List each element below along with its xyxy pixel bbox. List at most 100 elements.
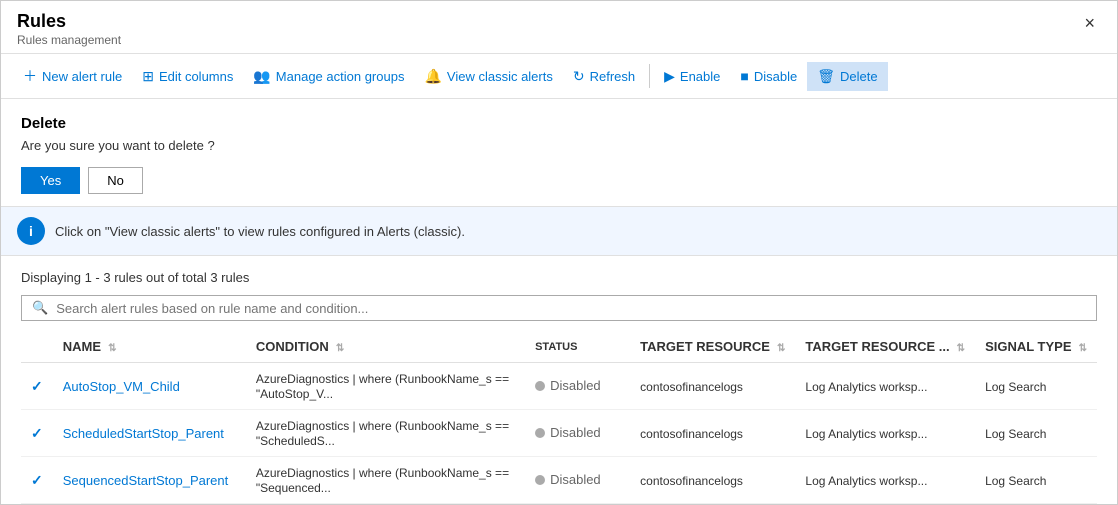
- col-name-header: NAME ⇅: [53, 331, 246, 363]
- window-subtitle: Rules management: [17, 33, 121, 47]
- delete-button[interactable]: 🗑 Delete: [807, 62, 887, 91]
- rule-name-link[interactable]: ScheduledStartStop_Parent: [63, 426, 224, 441]
- row-target-2: contosofinancelogs: [630, 457, 795, 504]
- status-badge: Disabled: [535, 378, 601, 393]
- target-resource-text: contosofinancelogs: [640, 474, 743, 488]
- row-signal-0: Log Search: [975, 363, 1097, 410]
- info-icon: i: [17, 217, 45, 245]
- window-title: Rules: [17, 11, 121, 32]
- search-input[interactable]: [56, 301, 1086, 316]
- row-target-1: contosofinancelogs: [630, 410, 795, 457]
- condition-text: AzureDiagnostics | where (RunbookName_s …: [256, 419, 509, 448]
- col-signal-header: SIGNAL TYPE ⇅: [975, 331, 1097, 363]
- content-area: Displaying 1 - 3 rules out of total 3 ru…: [1, 256, 1117, 504]
- display-count: Displaying 1 - 3 rules out of total 3 ru…: [21, 270, 1097, 285]
- col-target-header: TARGET RESOURCE ⇅: [630, 331, 795, 363]
- edit-columns-button[interactable]: ⊞ Edit columns: [132, 62, 243, 91]
- row-name-0: AutoStop_VM_Child: [53, 363, 246, 410]
- status-dot-icon: [535, 475, 545, 485]
- name-sort-icon[interactable]: ⇅: [108, 343, 116, 354]
- plus-icon: ＋: [23, 66, 37, 86]
- status-dot-icon: [535, 381, 545, 391]
- manage-action-button[interactable]: 👥 Manage action groups: [243, 62, 414, 91]
- close-button[interactable]: ×: [1078, 11, 1101, 36]
- row-name-2: SequencedStartStop_Parent: [53, 457, 246, 504]
- table-row: ✓ SequencedStartStop_Parent AzureDiagnos…: [21, 457, 1097, 504]
- trash-icon: 🗑: [817, 68, 835, 85]
- enable-button[interactable]: ▶ Enable: [654, 62, 730, 91]
- row-target-type-2: Log Analytics worksp...: [795, 457, 975, 504]
- refresh-button[interactable]: ↻ Refresh: [563, 62, 645, 91]
- target-type-text: Log Analytics worksp...: [805, 380, 927, 394]
- row-condition-0: AzureDiagnostics | where (RunbookName_s …: [246, 363, 525, 410]
- status-label: Disabled: [550, 378, 601, 393]
- condition-sort-icon[interactable]: ⇅: [336, 343, 344, 354]
- condition-text: AzureDiagnostics | where (RunbookName_s …: [256, 372, 509, 401]
- row-status-1: Disabled: [525, 410, 630, 457]
- yes-button[interactable]: Yes: [21, 167, 80, 194]
- rule-name-link[interactable]: AutoStop_VM_Child: [63, 379, 180, 394]
- row-target-type-0: Log Analytics worksp...: [795, 363, 975, 410]
- condition-text: AzureDiagnostics | where (RunbookName_s …: [256, 466, 509, 495]
- delete-message: Are you sure you want to delete ?: [21, 138, 1097, 153]
- delete-actions: Yes No: [21, 167, 1097, 194]
- row-signal-2: Log Search: [975, 457, 1097, 504]
- status-label: Disabled: [550, 472, 601, 487]
- row-status-0: Disabled: [525, 363, 630, 410]
- target-type-text: Log Analytics worksp...: [805, 427, 927, 441]
- row-condition-1: AzureDiagnostics | where (RunbookName_s …: [246, 410, 525, 457]
- disable-button[interactable]: ■ Disable: [730, 62, 807, 90]
- col-status-header: STATUS: [525, 331, 630, 363]
- row-target-type-1: Log Analytics worksp...: [795, 410, 975, 457]
- target-type-sort-icon[interactable]: ⇅: [957, 343, 965, 354]
- col-check: [21, 331, 53, 363]
- signal-type-text: Log Search: [985, 427, 1046, 441]
- bell-icon: 🔔: [424, 68, 441, 85]
- info-text: Click on "View classic alerts" to view r…: [55, 224, 465, 239]
- title-bar-content: Rules Rules management: [17, 11, 121, 47]
- delete-title: Delete: [21, 115, 1097, 132]
- target-type-text: Log Analytics worksp...: [805, 474, 927, 488]
- view-classic-button[interactable]: 🔔 View classic alerts: [414, 62, 562, 91]
- play-icon: ▶: [664, 68, 675, 85]
- delete-dialog: Delete Are you sure you want to delete ?…: [1, 99, 1117, 207]
- signal-type-text: Log Search: [985, 474, 1046, 488]
- row-name-1: ScheduledStartStop_Parent: [53, 410, 246, 457]
- row-signal-1: Log Search: [975, 410, 1097, 457]
- checkmark-icon: ✓: [31, 472, 43, 488]
- status-badge: Disabled: [535, 425, 601, 440]
- row-status-2: Disabled: [525, 457, 630, 504]
- search-icon: 🔍: [32, 300, 48, 316]
- title-bar: Rules Rules management ×: [1, 1, 1117, 54]
- target-sort-icon[interactable]: ⇅: [777, 343, 785, 354]
- info-banner: i Click on "View classic alerts" to view…: [1, 207, 1117, 256]
- search-box: 🔍: [21, 295, 1097, 321]
- signal-sort-icon[interactable]: ⇅: [1079, 343, 1087, 354]
- table-row: ✓ AutoStop_VM_Child AzureDiagnostics | w…: [21, 363, 1097, 410]
- row-check-2[interactable]: ✓: [21, 457, 53, 504]
- rule-name-link[interactable]: SequencedStartStop_Parent: [63, 473, 229, 488]
- signal-type-text: Log Search: [985, 380, 1046, 394]
- checkmark-icon: ✓: [31, 425, 43, 441]
- col-target-type-header: TARGET RESOURCE ... ⇅: [795, 331, 975, 363]
- row-check-1[interactable]: ✓: [21, 410, 53, 457]
- toolbar-divider: [649, 64, 650, 88]
- table-header-row: NAME ⇅ CONDITION ⇅ STATUS TARGET RESOURC…: [21, 331, 1097, 363]
- checkmark-icon: ✓: [31, 378, 43, 394]
- target-resource-text: contosofinancelogs: [640, 380, 743, 394]
- stop-icon: ■: [740, 68, 748, 84]
- row-check-0[interactable]: ✓: [21, 363, 53, 410]
- status-label: Disabled: [550, 425, 601, 440]
- row-condition-2: AzureDiagnostics | where (RunbookName_s …: [246, 457, 525, 504]
- person-icon: 👥: [253, 68, 270, 85]
- new-alert-button[interactable]: ＋ New alert rule: [13, 60, 132, 92]
- rules-window: Rules Rules management × ＋ New alert rul…: [0, 0, 1118, 505]
- rules-table: NAME ⇅ CONDITION ⇅ STATUS TARGET RESOURC…: [21, 331, 1097, 504]
- toolbar: ＋ New alert rule ⊞ Edit columns 👥 Manage…: [1, 54, 1117, 99]
- target-resource-text: contosofinancelogs: [640, 427, 743, 441]
- columns-icon: ⊞: [142, 68, 154, 85]
- col-condition-header: CONDITION ⇅: [246, 331, 525, 363]
- no-button[interactable]: No: [88, 167, 143, 194]
- status-badge: Disabled: [535, 472, 601, 487]
- status-dot-icon: [535, 428, 545, 438]
